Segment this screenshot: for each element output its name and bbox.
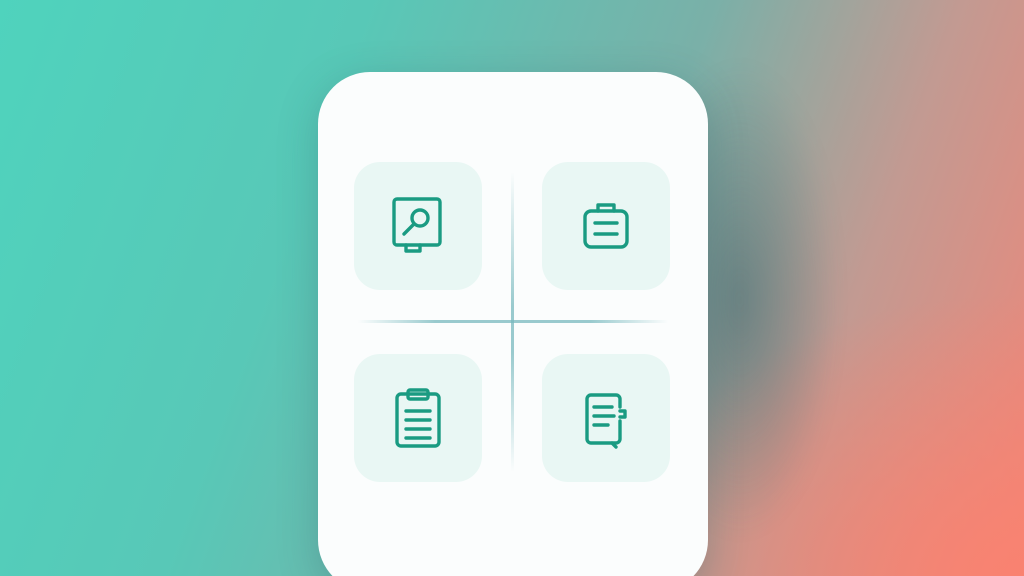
tile-briefcase[interactable] (542, 162, 670, 290)
notepad-icon (585, 393, 627, 449)
tile-clipboard[interactable] (354, 354, 482, 482)
horizontal-divider (358, 320, 668, 323)
gradient-background (0, 0, 1024, 576)
briefcase-icon (583, 203, 629, 249)
phone-card (318, 72, 708, 576)
tile-search-document[interactable] (354, 162, 482, 290)
tile-notepad[interactable] (542, 354, 670, 482)
search-document-icon (392, 197, 442, 253)
clipboard-icon (395, 388, 441, 448)
